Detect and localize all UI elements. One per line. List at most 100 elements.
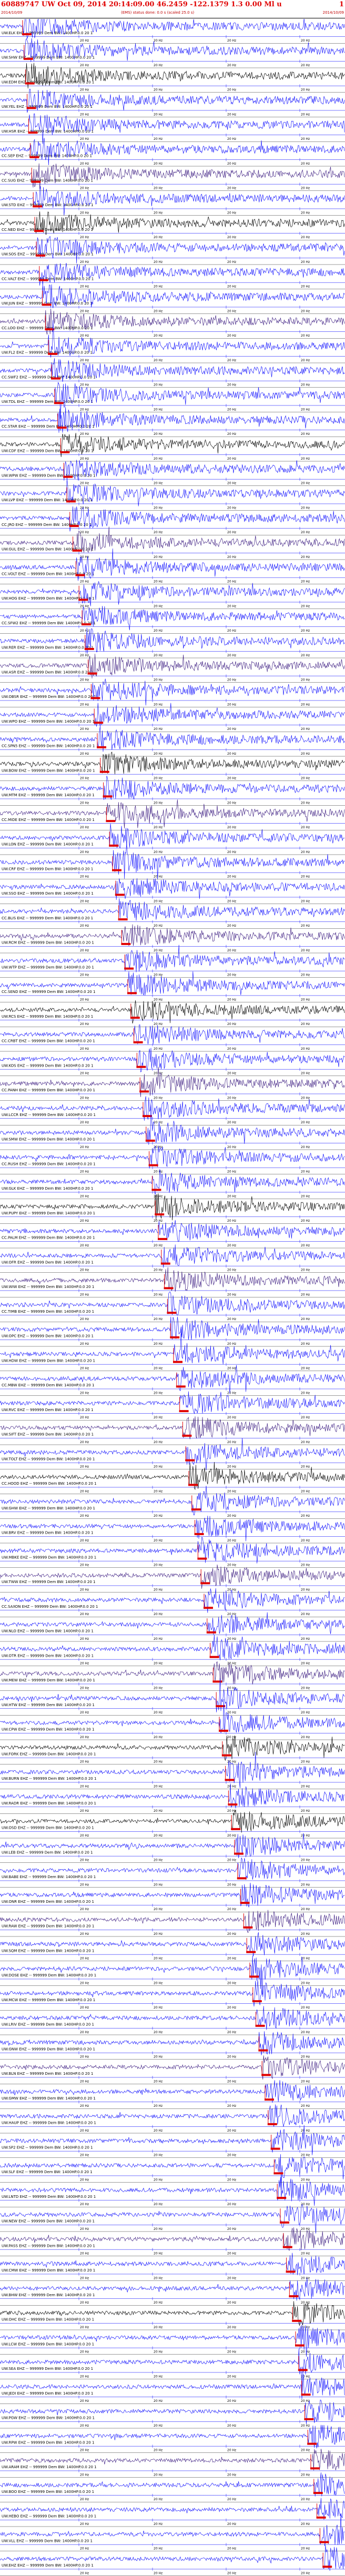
tick-label: 20 Hz	[301, 654, 310, 657]
tick-label: 20 Hz	[80, 1662, 89, 1666]
trace-row: CC.RUSH EHZ -- 999999 Dem BW: 1400HP.0.0…	[0, 1145, 345, 1174]
tick-label: 20 Hz	[80, 2006, 89, 2010]
pick-marker	[304, 2418, 314, 2420]
tick-label: 20 Hz	[80, 973, 89, 977]
station-label: UW.SP2 EHZ -- 999999 Dem BW: 1400HP.0.0 …	[2, 2145, 93, 2149]
tick-label: 20 Hz	[227, 187, 236, 190]
tick-label: 20 Hz	[154, 777, 163, 780]
tick-label: 20 Hz	[154, 2301, 163, 2305]
tick-label: 20 Hz	[227, 1981, 236, 1985]
pick-marker	[82, 623, 91, 626]
seismogram-canvas[interactable]: UW.ELK EHZ -- 999999 Dem BW: 1400HP.0.0 …	[0, 19, 345, 2576]
tick-label: 20 Hz	[154, 2276, 163, 2280]
tick-label: 20 Hz	[154, 2449, 163, 2452]
tick-label: 20 Hz	[80, 1022, 89, 1026]
station-label: UW.RAW EHZ -- 999999 Dem BW: 1400HP.0.0 …	[2, 1924, 94, 1929]
tick-label: 20 Hz	[301, 2547, 310, 2551]
tick-label: 20 Hz	[154, 211, 163, 215]
tick-label: 20 Hz	[227, 457, 236, 461]
tick-label: 20 Hz	[301, 1391, 310, 1395]
tick-label: 20 Hz	[301, 1145, 310, 1149]
tick-label: 20 Hz	[80, 2326, 89, 2329]
tick-label: 20 Hz	[227, 2571, 236, 2575]
tick-label: 20 Hz	[154, 2424, 163, 2428]
station-label: UW.SHW EHZ -- 999999 Dem BW: 1400HP.0.0 …	[2, 56, 95, 60]
station-label: UW.BOO EHZ -- 999999 Dem BW: 1400HP.0.0 …	[2, 2490, 94, 2494]
tick-label: 20 Hz	[301, 2424, 310, 2428]
station-label: UW.EHZ EHZ -- 999999 Dem BW: 1400HP.0.0 …	[2, 2563, 94, 2568]
tick-label: 20 Hz	[80, 850, 89, 854]
tick-label: 20 Hz	[227, 1784, 236, 1788]
waveform	[0, 1485, 345, 1515]
station-label: UW.ARAM EHZ -- 999999 Dem BW: 1400HP.0.0…	[2, 2465, 97, 2469]
waveform	[0, 1365, 345, 1394]
tick-label: 20 Hz	[154, 2498, 163, 2501]
tick-label: 20 Hz	[227, 629, 236, 633]
station-label: UW.LON EHZ -- 999999 Dem BW: 1400HP.0.0 …	[2, 843, 94, 847]
tick-label: 20 Hz	[227, 973, 236, 977]
station-label: CC.MIDE EHZ -- 999999 Dem BW: 1400HP.0.0…	[2, 818, 95, 822]
trace-row: CC.TIMB EHZ -- 999999 Dem BW: 1400HP.0.0…	[0, 1291, 345, 1322]
tick-label: 20 Hz	[80, 457, 89, 461]
tick-label: 20 Hz	[301, 1809, 310, 1813]
tick-label: 20 Hz	[154, 703, 163, 706]
tick-label: 20 Hz	[301, 64, 310, 67]
pick-marker	[243, 1926, 253, 1929]
station-label: UW.PUPY EHZ -- 999999 Dem BW: 1400HP.0.0…	[2, 1211, 95, 1215]
pick-marker	[267, 2123, 277, 2125]
tick-label: 20 Hz	[227, 1932, 236, 1936]
tick-label: 20 Hz	[80, 1194, 89, 1198]
pick-marker	[197, 1557, 207, 1560]
waveform	[0, 678, 345, 706]
pick-marker	[72, 549, 82, 552]
tick-label: 20 Hz	[154, 2252, 163, 2256]
pick-marker	[316, 2516, 326, 2519]
tick-label: 20 Hz	[301, 1244, 310, 1248]
tick-label: 20 Hz	[80, 1784, 89, 1788]
station-label: UW.TWW EHZ -- 999999 Dem BW: 1400HP.0.0 …	[2, 1580, 96, 1584]
trace-row: UW.RAW EHZ -- 999999 Dem BW: 1400HP.0.0 …	[0, 1910, 345, 1937]
tick-label: 20 Hz	[301, 875, 310, 879]
waveform	[0, 1678, 345, 1712]
tick-label: 20 Hz	[227, 236, 236, 239]
station-label: UW.WPW EHZ -- 999999 Dem BW: 1400HP.0.0 …	[2, 473, 95, 478]
tick-label: 20 Hz	[227, 949, 236, 952]
tick-label: 20 Hz	[301, 1711, 310, 1715]
tick-label: 20 Hz	[154, 1957, 163, 1961]
tick-label: 20 Hz	[154, 654, 163, 657]
trace-row: UW.SMW EHZ -- 999999 Dem BW: 1400HP.0.0 …	[0, 1104, 345, 1150]
pick-marker	[277, 2197, 287, 2199]
station-label: CC.PANH EHZ -- 999999 Dem BW: 1400HP.0.0…	[2, 1088, 95, 1092]
tick-label: 20 Hz	[227, 2375, 236, 2378]
waveform	[0, 1910, 345, 1933]
station-label: CC.NED EHZ -- 999999 Dem BW: 1400HP.0.0 …	[2, 228, 93, 232]
tick-label: 20 Hz	[301, 752, 310, 756]
trace-row: CC.SEP EHZ -- 999999 Dem BW: 1400HP.0.0 …	[0, 138, 345, 167]
waveform	[0, 113, 345, 144]
tick-label: 20 Hz	[227, 777, 236, 780]
station-label: UW.GHW EHZ -- 999999 Dem BW: 1400HP.0.0 …	[2, 1506, 95, 1510]
tick-label: 20 Hz	[80, 88, 89, 92]
tick-label: 20 Hz	[301, 1834, 310, 1838]
station-label: UW.MBKE EHZ -- 999999 Dem BW: 1400HP.0.0…	[2, 1555, 96, 1559]
station-label: UW.LNTD EHZ -- 999999 Dem BW: 1400HP.0.0…	[2, 2195, 96, 2199]
tick-label: 20 Hz	[301, 1736, 310, 1739]
tick-label: 20 Hz	[227, 2449, 236, 2452]
trace-row: UW.OSD EHZ -- 999999 Dem BW: 1400HP.0.0 …	[0, 1809, 345, 1839]
pick-marker	[115, 894, 125, 896]
seismogram-stack[interactable]: UW.ELK EHZ -- 999999 Dem BW: 1400HP.0.0 …	[0, 19, 345, 2576]
trace-row: UW.RPW EHZ -- 999999 Dem BW: 1400HP.0.0 …	[0, 2425, 345, 2453]
pick-marker	[173, 1361, 182, 1363]
waveform	[0, 1980, 345, 2007]
tick-label: 20 Hz	[154, 1096, 163, 1100]
pick-marker	[219, 1729, 228, 1732]
station-label: UW.BRV EHZ -- 999999 Dem BW: 1400HP.0.0 …	[2, 1531, 93, 1535]
trace-row: CC.SWF2 EHZ -- 999999 Dem BW: 1400HP.0.0…	[0, 358, 345, 388]
pick-marker	[252, 2000, 262, 2003]
pick-marker	[31, 180, 41, 183]
event-title: 60889747 UW Oct 09, 2014 20:14:09.00 46.…	[1, 1, 282, 8]
tick-label: 20 Hz	[227, 1908, 236, 1911]
pick-marker	[99, 770, 109, 773]
pick-marker	[36, 254, 45, 257]
pick-marker	[237, 1877, 247, 1880]
